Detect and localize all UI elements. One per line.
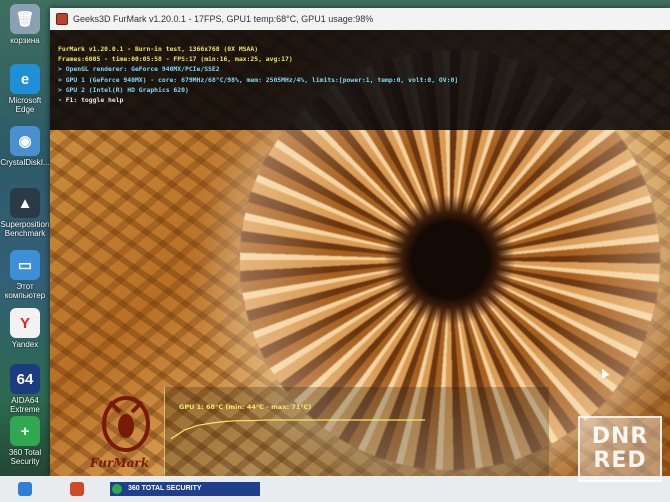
watermark: DNR RED bbox=[578, 416, 662, 482]
edge-icon: e bbox=[10, 64, 40, 94]
crystaldisk-icon: ◉ bbox=[10, 126, 40, 156]
furmark-brand: FurMark bbox=[90, 456, 150, 470]
yandex-icon: Y bbox=[10, 308, 40, 338]
furmark-logo: FurMark bbox=[90, 390, 160, 476]
temperature-series-line bbox=[170, 419, 425, 440]
info-line: > GPU 2 (Intel(R) HD Graphics 620) bbox=[58, 85, 189, 94]
superposition-icon: ▲ bbox=[10, 188, 40, 218]
security-badge-icon bbox=[112, 484, 122, 494]
watermark-line2: RED bbox=[593, 448, 647, 473]
security-icon: + bbox=[10, 416, 40, 446]
desktop-icon[interactable]: +360 Total Security bbox=[0, 414, 50, 474]
watermark-line1: DNR bbox=[591, 424, 649, 449]
desktop-icon[interactable]: ▲ Superposition Benchmark bbox=[0, 186, 50, 246]
info-line: - F1: toggle help bbox=[58, 96, 124, 105]
window-title: Geeks3D FurMark v1.20.0.1 - 17FPS, GPU1 … bbox=[73, 14, 374, 24]
gpu-temp-label: GPU 1: 68°C (min: 44°C - max: 71°C) bbox=[179, 403, 312, 411]
render-canvas[interactable]: FurMark v1.20.0.1 - Burn-in test, 1366x7… bbox=[50, 30, 670, 476]
desktop-icon[interactable]: 64 AIDA64 Extreme bbox=[0, 362, 50, 422]
desktop-icon[interactable]: 🗑 корзина bbox=[0, 2, 50, 62]
desktop-icon[interactable]: ◉ CrystalDiskI... bbox=[0, 124, 50, 184]
furmark-window[interactable]: Geeks3D FurMark v1.20.0.1 - 17FPS, GPU1 … bbox=[50, 8, 670, 476]
info-line: FurMark v1.20.0.1 - Burn-in test, 1366x7… bbox=[58, 45, 259, 53]
desktop-icon-label: корзина bbox=[10, 36, 40, 45]
info-overlay: FurMark v1.20.0.1 - Burn-in test, 1366x7… bbox=[50, 30, 670, 130]
info-line: Frames:6005 - time:00:05:58 - FPS:17 (mi… bbox=[58, 55, 293, 64]
desktop-icon-label: Superposition Benchmark bbox=[0, 220, 50, 238]
desktop-icon-label: AIDA64 Extreme bbox=[10, 396, 40, 414]
desktop-icon-label: CrystalDiskI... bbox=[0, 158, 50, 167]
desktop-icon-label: Microsoft Edge bbox=[8, 96, 42, 114]
temperature-graph: GPU 1: 68°C (min: 44°C - max: 71°C) bbox=[164, 387, 549, 476]
temperature-graph-plot bbox=[170, 419, 425, 440]
info-line: > GPU 1 (GeForce 940MX) - core: 679MHz/6… bbox=[58, 75, 459, 84]
furmark-app-icon bbox=[56, 13, 68, 25]
windows-start-icon[interactable] bbox=[18, 482, 32, 496]
desktop-icon[interactable]: e Microsoft Edge bbox=[0, 62, 50, 122]
security-notification[interactable]: 360 TOTAL SECURITY bbox=[110, 482, 260, 496]
desktop-icon-label: 360 Total Security bbox=[8, 448, 42, 466]
info-lines: FurMark v1.20.0.1 - Burn-in test, 1366x7… bbox=[58, 44, 458, 105]
furmark-taskbar-icon[interactable] bbox=[70, 482, 84, 496]
recycle-bin-icon: 🗑 bbox=[10, 4, 40, 34]
taskbar bbox=[0, 476, 670, 502]
desktop-icon[interactable]: ▭ Этот компьютер bbox=[0, 248, 50, 308]
furmark-logo-icon bbox=[102, 396, 150, 452]
window-titlebar[interactable]: Geeks3D FurMark v1.20.0.1 - 17FPS, GPU1 … bbox=[50, 8, 670, 30]
aida64-icon: 64 bbox=[10, 364, 40, 394]
info-line: > OpenGL renderer: GeForce 940MX/PCIe/SS… bbox=[58, 65, 220, 74]
desktop-icon-label: Этот компьютер bbox=[4, 282, 46, 300]
desktop-icon-label: Yandex bbox=[11, 340, 39, 349]
computer-icon: ▭ bbox=[10, 250, 40, 280]
desktop-icon[interactable]: Y Yandex bbox=[0, 306, 50, 366]
